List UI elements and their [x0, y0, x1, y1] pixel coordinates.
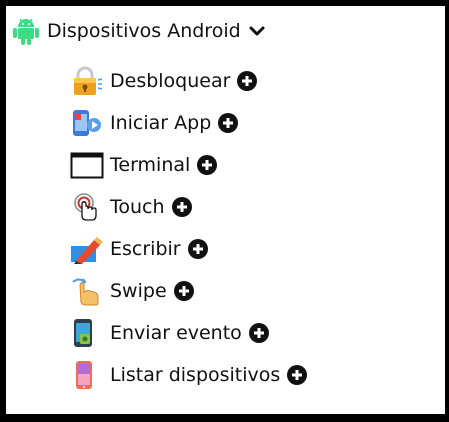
list-item-label: Touch — [110, 196, 165, 218]
list-item-label: Swipe — [110, 280, 167, 302]
terminal-window-icon — [70, 150, 108, 180]
list-item-iniciar-app[interactable]: Iniciar App — [70, 102, 307, 144]
plus-circle-icon[interactable] — [237, 71, 258, 91]
group-title: Dispositivos Android — [47, 20, 241, 42]
plus-circle-icon[interactable] — [248, 323, 269, 343]
plus-circle-icon[interactable] — [173, 281, 194, 301]
group-header-dispositivos-android[interactable]: Dispositivos Android — [13, 16, 265, 46]
phone-event-icon — [70, 318, 108, 348]
list-item-label: Iniciar App — [110, 112, 212, 134]
list-item-label: Escribir — [110, 238, 181, 260]
touch-finger-icon — [70, 192, 108, 222]
group-items-list: Desbloquear Iniciar App Terminal Touch E… — [70, 60, 308, 396]
list-item-swipe[interactable]: Swipe — [70, 270, 307, 312]
plus-circle-icon[interactable] — [171, 197, 192, 217]
pencil-write-icon — [70, 234, 108, 264]
list-item-label: Enviar evento — [110, 322, 242, 344]
list-item-label: Terminal — [110, 154, 191, 176]
android-icon — [13, 17, 39, 45]
plus-circle-icon[interactable] — [218, 113, 239, 133]
chevron-down-icon[interactable] — [249, 25, 265, 37]
list-item-label: Listar dispositivos — [110, 364, 281, 386]
launch-app-icon — [70, 108, 108, 138]
phone-list-icon — [70, 360, 108, 390]
list-item-listar-dispositivos[interactable]: Listar dispositivos — [70, 354, 308, 396]
list-item-touch[interactable]: Touch — [70, 186, 307, 228]
list-item-escribir[interactable]: Escribir — [70, 228, 307, 270]
list-item-desbloquear[interactable]: Desbloquear — [70, 60, 307, 102]
list-item-terminal[interactable]: Terminal — [70, 144, 307, 186]
swipe-hand-icon — [70, 276, 108, 306]
padlock-icon — [70, 66, 108, 96]
plus-circle-icon[interactable] — [187, 239, 208, 259]
list-item-enviar-evento[interactable]: Enviar evento — [70, 312, 307, 354]
list-item-label: Desbloquear — [110, 70, 231, 92]
plus-circle-icon[interactable] — [197, 155, 218, 175]
plus-circle-icon[interactable] — [287, 365, 308, 385]
